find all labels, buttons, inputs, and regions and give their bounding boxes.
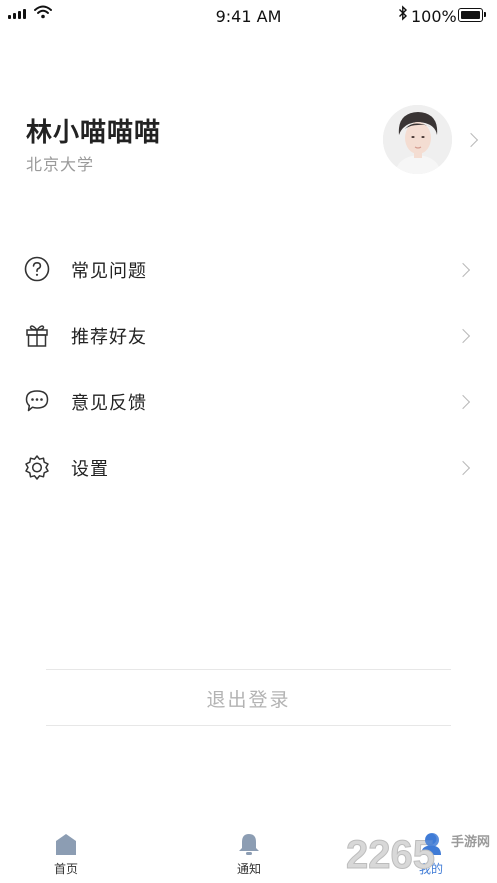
- user-name: 林小喵喵喵: [26, 118, 162, 148]
- menu-label-settings: 设置: [71, 459, 109, 480]
- svg-text:手游网: 手游网: [451, 834, 490, 850]
- home-icon: [56, 834, 76, 855]
- avatar[interactable]: [383, 105, 452, 174]
- bell-icon: [239, 834, 259, 855]
- menu-label-recommend-friends: 推荐好友: [71, 327, 147, 348]
- avatar-portrait: [383, 105, 452, 174]
- battery-percentage: 100%: [411, 7, 457, 26]
- logout-button[interactable]: 退出登录: [46, 685, 451, 712]
- divider-top: [46, 669, 451, 670]
- user-school: 北京大学: [26, 155, 95, 174]
- menu-item-feedback[interactable]: 意见反馈: [0, 371, 497, 431]
- bluetooth-icon: [399, 5, 408, 21]
- chat-bubble-icon: [25, 390, 49, 412]
- chevron-right-icon: [455, 460, 471, 476]
- watermark-logo: 2265 手游网: [346, 833, 490, 878]
- tab-notifications-label: 通知: [236, 862, 261, 876]
- gift-icon: [26, 325, 48, 347]
- battery-icon: [458, 8, 483, 22]
- chevron-right-icon: [455, 262, 471, 278]
- chevron-right-icon: [455, 328, 471, 344]
- status-bar: 9:41 AM 100%: [0, 0, 497, 32]
- battery-cap: [484, 12, 486, 17]
- menu-item-settings[interactable]: 设置: [0, 437, 497, 497]
- divider-bottom: [46, 725, 451, 726]
- battery-level: [461, 11, 480, 19]
- gear-icon: [25, 455, 49, 480]
- svg-text:2265: 2265: [346, 833, 435, 877]
- question-circle-icon: [24, 256, 50, 282]
- tab-home-label: 首页: [53, 862, 78, 876]
- menu-item-recommend-friends[interactable]: 推荐好友: [0, 305, 497, 365]
- chevron-right-icon: [455, 394, 471, 410]
- menu-label-feedback: 意见反馈: [71, 393, 147, 414]
- menu-label-faq: 常见问题: [71, 261, 147, 282]
- menu-item-faq[interactable]: 常见问题: [0, 239, 497, 299]
